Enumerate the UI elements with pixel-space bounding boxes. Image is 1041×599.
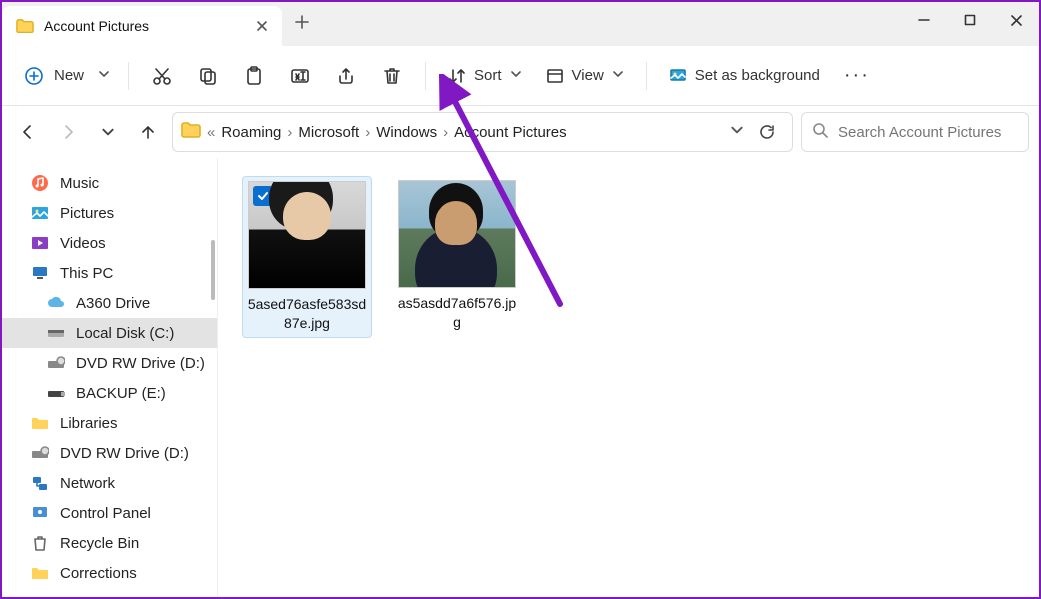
breadcrumb-item[interactable]: Roaming› — [221, 124, 292, 141]
rename-button[interactable] — [279, 56, 321, 96]
view-button[interactable]: View — [536, 56, 634, 96]
breadcrumb-item[interactable]: Account Pictures — [454, 124, 567, 141]
close-tab-button[interactable] — [252, 16, 272, 36]
recycle-icon — [30, 534, 50, 552]
sidebar-item-recycle[interactable]: Recycle Bin — [2, 528, 217, 558]
file-name: 5ased76asfe583sd87e.jpg — [247, 295, 367, 333]
delete-button[interactable] — [371, 56, 413, 96]
sort-label: Sort — [474, 67, 502, 84]
dvd-icon — [46, 354, 66, 372]
more-button[interactable]: ··· — [834, 56, 880, 96]
content-area: 5ased76asfe583sd87e.jpg as5asdd7a6f576.j… — [218, 158, 1039, 597]
sidebar-item-this-pc[interactable]: This PC — [2, 258, 217, 288]
dvd-icon — [30, 444, 50, 462]
sidebar-item-dvd-d[interactable]: DVD RW Drive (D:) — [2, 348, 217, 378]
scrollbar-thumb[interactable] — [211, 240, 215, 300]
set-bg-label: Set as background — [695, 67, 820, 84]
tab-title: Account Pictures — [44, 18, 242, 34]
disk-icon — [46, 324, 66, 342]
folder-icon — [181, 122, 201, 142]
pictures-icon — [30, 204, 50, 222]
sidebar-item-music[interactable]: Music — [2, 168, 217, 198]
sidebar-item-a360[interactable]: A360 Drive — [2, 288, 217, 318]
nav-up-button[interactable] — [132, 116, 164, 148]
share-button[interactable] — [325, 56, 367, 96]
nav-forward-button[interactable] — [52, 116, 84, 148]
thispc-icon — [30, 264, 50, 282]
videos-icon — [30, 234, 50, 252]
close-window-button[interactable] — [993, 2, 1039, 38]
search-box[interactable] — [801, 112, 1029, 152]
sidebar-item-videos[interactable]: Videos — [2, 228, 217, 258]
breadcrumb-prefix: « — [207, 124, 215, 141]
folder-icon — [30, 414, 50, 432]
cut-button[interactable] — [141, 56, 183, 96]
music-icon — [30, 174, 50, 192]
nav-recent-button[interactable] — [92, 116, 124, 148]
sidebar-item-network[interactable]: Network — [2, 468, 217, 498]
separator — [425, 62, 426, 90]
new-label: New — [54, 67, 84, 84]
address-dropdown[interactable] — [730, 123, 744, 141]
refresh-button[interactable] — [750, 115, 784, 149]
address-bar[interactable]: « Roaming› Microsoft› Windows› Account P… — [172, 112, 793, 152]
sort-button[interactable]: Sort — [438, 56, 532, 96]
file-thumbnail — [398, 180, 516, 288]
new-button[interactable]: New — [12, 56, 116, 96]
set-background-button[interactable]: Set as background — [659, 56, 830, 96]
sidebar-item-libraries[interactable]: Libraries — [2, 408, 217, 438]
search-icon — [812, 122, 828, 143]
folder-icon — [30, 564, 50, 582]
file-name: as5asdd7a6f576.jpg — [396, 294, 518, 332]
breadcrumb-item[interactable]: Windows› — [376, 124, 448, 141]
usb-icon — [46, 384, 66, 402]
sidebar: Music Pictures Videos This PC A360 Drive… — [2, 158, 218, 597]
minimize-button[interactable] — [901, 2, 947, 38]
sidebar-item-dvd-d2[interactable]: DVD RW Drive (D:) — [2, 438, 217, 468]
chevron-down-icon — [98, 67, 110, 84]
folder-icon — [16, 19, 34, 33]
file-item[interactable]: 5ased76asfe583sd87e.jpg — [242, 176, 372, 338]
breadcrumb-item[interactable]: Microsoft› — [298, 124, 370, 141]
file-thumbnail — [248, 181, 366, 289]
nav-back-button[interactable] — [12, 116, 44, 148]
view-label: View — [572, 67, 604, 84]
sidebar-item-backup[interactable]: BACKUP (E:) — [2, 378, 217, 408]
tab-account-pictures[interactable]: Account Pictures — [2, 6, 282, 46]
sidebar-item-pictures[interactable]: Pictures — [2, 198, 217, 228]
sidebar-item-control-panel[interactable]: Control Panel — [2, 498, 217, 528]
file-item[interactable]: as5asdd7a6f576.jpg — [392, 176, 522, 336]
separator — [646, 62, 647, 90]
sidebar-item-local-disk[interactable]: Local Disk (C:) — [2, 318, 217, 348]
more-icon: ··· — [844, 64, 870, 87]
control-icon — [30, 504, 50, 522]
new-tab-button[interactable] — [282, 2, 322, 42]
sidebar-item-corrections[interactable]: Corrections — [2, 558, 217, 588]
separator — [128, 62, 129, 90]
cloud-icon — [46, 294, 66, 312]
checkmark-icon — [253, 186, 273, 206]
paste-button[interactable] — [233, 56, 275, 96]
chevron-down-icon — [510, 67, 522, 84]
network-icon — [30, 474, 50, 492]
search-input[interactable] — [838, 124, 1018, 141]
maximize-button[interactable] — [947, 2, 993, 38]
chevron-down-icon — [612, 67, 624, 84]
copy-button[interactable] — [187, 56, 229, 96]
